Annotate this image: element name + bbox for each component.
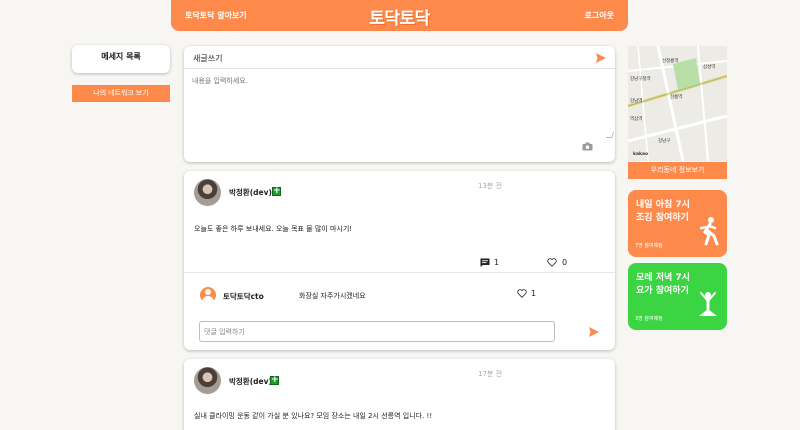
top-header: 토닥토닥 알아보기 토닥토닥 로그아웃	[171, 0, 628, 31]
like-count: 0	[562, 258, 568, 267]
map-label: 삼성역	[703, 65, 716, 70]
logout-link[interactable]: 로그아웃	[585, 10, 614, 21]
heart-icon[interactable]	[547, 258, 557, 267]
comment-author[interactable]: 토닥토닥cto	[223, 291, 264, 302]
map-label: 강남역	[630, 99, 643, 104]
post-content: 오늘도 좋은 하루 보내세요. 오늘 목표 물 많이 마시기!	[194, 225, 353, 233]
plus-icon[interactable]: +	[270, 376, 279, 385]
activity-card-jogging[interactable]: 내일 아침 7시 조깅 참여하기 7명 참여예정	[628, 190, 727, 257]
post-author[interactable]: 박정환(dev)	[229, 187, 272, 198]
activity-card-yoga[interactable]: 모레 저녁 7시 요가 참여하기 3명 참여예정	[628, 263, 727, 330]
comment-input[interactable]	[199, 321, 555, 342]
divider	[184, 272, 615, 273]
compose-title: 새글쓰기	[193, 54, 223, 63]
about-link[interactable]: 토닥토닥 알아보기	[185, 10, 247, 21]
compose-card: 새글쓰기 내용을 입력하세요.	[184, 46, 615, 162]
avatar[interactable]	[194, 367, 221, 394]
post-card: 박정환(dev) + 17분 전 실내 클라이밍 운동 같이 가실 분 있나요?…	[184, 359, 615, 430]
activity-title: 요가 참여하기	[636, 286, 689, 296]
activity-title: 조깅 참여하기	[636, 213, 689, 223]
textarea-resize-handle[interactable]	[605, 132, 615, 138]
comment-like-count: 1	[531, 289, 537, 298]
avatar[interactable]	[194, 179, 221, 206]
camera-icon[interactable]	[582, 142, 593, 151]
post-time: 13분 전	[478, 182, 503, 190]
post-content: 실내 클라이밍 운동 같이 가실 분 있나요? 모임 장소는 내일 2시 선릉역…	[194, 412, 433, 420]
comment-text: 화장실 자주가시겠네요	[299, 292, 366, 300]
compose-textarea[interactable]: 내용을 입력하세요.	[192, 76, 248, 86]
neighborhood-info-button[interactable]: 우리동네 정보보기	[628, 162, 727, 179]
send-icon[interactable]	[595, 52, 607, 64]
map-label: kakao	[633, 152, 649, 157]
activity-time: 내일 아침 7시	[636, 200, 690, 210]
logo[interactable]: 토닥토닥	[369, 4, 430, 29]
comment-count: 1	[494, 258, 500, 267]
map-label: 선릉역	[670, 95, 683, 100]
yoga-icon	[699, 292, 717, 316]
running-icon	[699, 217, 719, 246]
activity-participants: 7명 참여예정	[635, 243, 663, 249]
comment-heart-icon[interactable]	[517, 289, 527, 298]
my-network-button[interactable]: 나의 네트워크 보기	[72, 85, 170, 102]
map-label: 선정릉역	[662, 59, 679, 64]
message-list-panel[interactable]: 메세지 목록	[72, 45, 170, 73]
comment-icon[interactable]	[480, 258, 490, 267]
comment-send-icon[interactable]	[588, 326, 600, 338]
activity-participants: 3명 참여예정	[635, 316, 663, 322]
post-author[interactable]: 박정환(dev)	[229, 376, 272, 387]
post-time: 17분 전	[478, 370, 503, 378]
post-card: 박정환(dev) + 13분 전 오늘도 좋은 하루 보내세요. 오늘 목표 물…	[184, 171, 615, 350]
comment-avatar[interactable]	[200, 287, 216, 303]
map-label: 강남구청역	[630, 77, 651, 82]
neighborhood-map[interactable]: 선정릉역 강남구청역 삼성역 선릉역 강남역 역삼역 강남구 kakao	[628, 46, 727, 161]
compose-title-row: 새글쓰기	[184, 46, 615, 69]
map-label: 강남구	[658, 139, 671, 144]
activity-time: 모레 저녁 7시	[636, 273, 690, 283]
map-label: 역삼역	[630, 117, 643, 122]
plus-icon[interactable]: +	[272, 187, 281, 196]
